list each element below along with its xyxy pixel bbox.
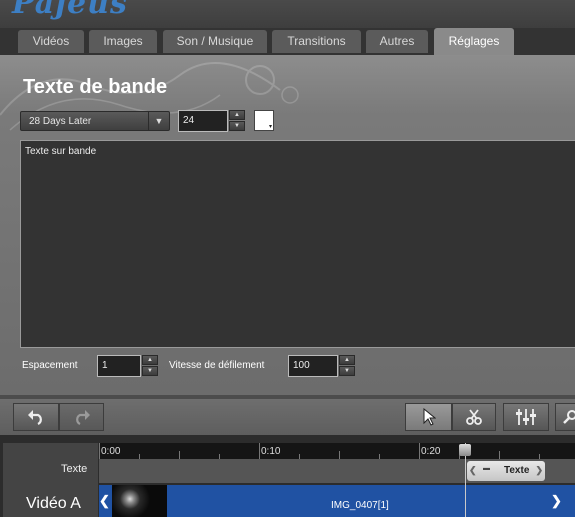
- undo-button[interactable]: [13, 403, 59, 431]
- color-dropdown-icon[interactable]: ▾: [269, 123, 272, 130]
- font-family-select[interactable]: 28 Days Later ▼: [20, 111, 170, 131]
- select-tool-button[interactable]: [405, 403, 452, 431]
- undo-icon: [28, 410, 42, 425]
- clip-right-handle-icon[interactable]: ❯: [535, 465, 543, 476]
- time-ruler[interactable]: 0:00 0:10 0:20: [99, 443, 575, 459]
- spacing-spinner[interactable]: ▲ ▼: [142, 355, 158, 377]
- text-clip[interactable]: ❮ ▬ Texte ❯: [467, 461, 545, 481]
- scroll-speed-field[interactable]: 100: [288, 355, 338, 377]
- scroll-speed-label: Vitesse de défilement: [169, 360, 265, 371]
- font-family-value: 28 Days Later: [29, 116, 92, 127]
- clip-left-handle-icon[interactable]: ❮: [99, 493, 110, 509]
- spin-down-icon[interactable]: ▼: [339, 366, 355, 376]
- ruler-tick: [419, 443, 420, 459]
- scroll-speed-spinner[interactable]: ▲ ▼: [339, 355, 355, 377]
- playhead-handle[interactable]: [459, 444, 471, 456]
- top-bar: Pajeus: [0, 0, 575, 28]
- tab-strip: Vidéos Images Son / Musique Transitions …: [0, 28, 575, 55]
- ruler-tick: [179, 451, 180, 459]
- spin-up-icon[interactable]: ▲: [339, 355, 355, 365]
- track-label-video-a: Vidéo A: [26, 495, 81, 512]
- spacing-label: Espacement: [22, 360, 78, 371]
- spin-up-icon[interactable]: ▲: [142, 355, 158, 365]
- sliders-icon: [516, 409, 536, 425]
- mixer-button[interactable]: [503, 403, 549, 431]
- spacing-field[interactable]: 1: [97, 355, 141, 377]
- tab-reglages[interactable]: Réglages: [434, 28, 514, 55]
- tab-videos[interactable]: Vidéos: [18, 30, 84, 53]
- redo-button[interactable]: [59, 403, 104, 431]
- clip-left-handle-icon[interactable]: ❮: [469, 465, 477, 476]
- text-content-area[interactable]: Texte sur bande: [20, 140, 575, 348]
- cursor-arrow-icon: [423, 408, 436, 426]
- app-logo: Pajeus: [12, 0, 128, 21]
- tab-autres[interactable]: Autres: [366, 30, 428, 53]
- spin-down-icon[interactable]: ▼: [229, 121, 245, 131]
- video-thumbnail: [112, 485, 167, 517]
- panel-title: Texte de bande: [23, 76, 168, 98]
- ruler-label: 0:10: [261, 446, 281, 457]
- ruler-tick: [499, 451, 500, 459]
- spin-down-icon[interactable]: ▼: [142, 366, 158, 376]
- clip-thumbnail-icon: ▬: [483, 465, 490, 472]
- text-color-picker[interactable]: ▾: [254, 110, 274, 131]
- chevron-down-icon[interactable]: ▼: [148, 112, 169, 130]
- tab-images[interactable]: Images: [89, 30, 157, 53]
- scroll-speed-stepper[interactable]: 100 ▲ ▼: [288, 355, 355, 377]
- font-size-spinner[interactable]: ▲ ▼: [229, 110, 245, 132]
- font-size-stepper[interactable]: 24 ▲ ▼: [178, 110, 245, 132]
- spacing-stepper[interactable]: 1 ▲ ▼: [97, 355, 158, 377]
- spin-up-icon[interactable]: ▲: [229, 110, 245, 120]
- font-size-field[interactable]: 24: [178, 110, 228, 132]
- ruler-label: 0:00: [101, 446, 121, 457]
- cut-tool-button[interactable]: [452, 403, 496, 431]
- search-button[interactable]: [555, 403, 575, 431]
- magnifier-icon: [563, 410, 575, 424]
- track-label-texte: Texte: [61, 463, 88, 475]
- track-headers: Texte Vidéo A: [3, 443, 98, 517]
- ruler-tick: [339, 451, 340, 459]
- tab-transitions[interactable]: Transitions: [272, 30, 361, 53]
- clip-right-handle-icon[interactable]: ❯: [551, 493, 562, 509]
- ruler-tick: [259, 443, 260, 459]
- redo-icon: [75, 410, 90, 425]
- scissors-icon: [466, 409, 482, 425]
- text-clip-label: Texte: [504, 465, 530, 476]
- ruler-tick: [99, 443, 100, 459]
- tab-son-musique[interactable]: Son / Musique: [163, 30, 267, 53]
- ruler-label: 0:20: [421, 446, 441, 457]
- video-clip-label: IMG_0407[1]: [331, 500, 389, 511]
